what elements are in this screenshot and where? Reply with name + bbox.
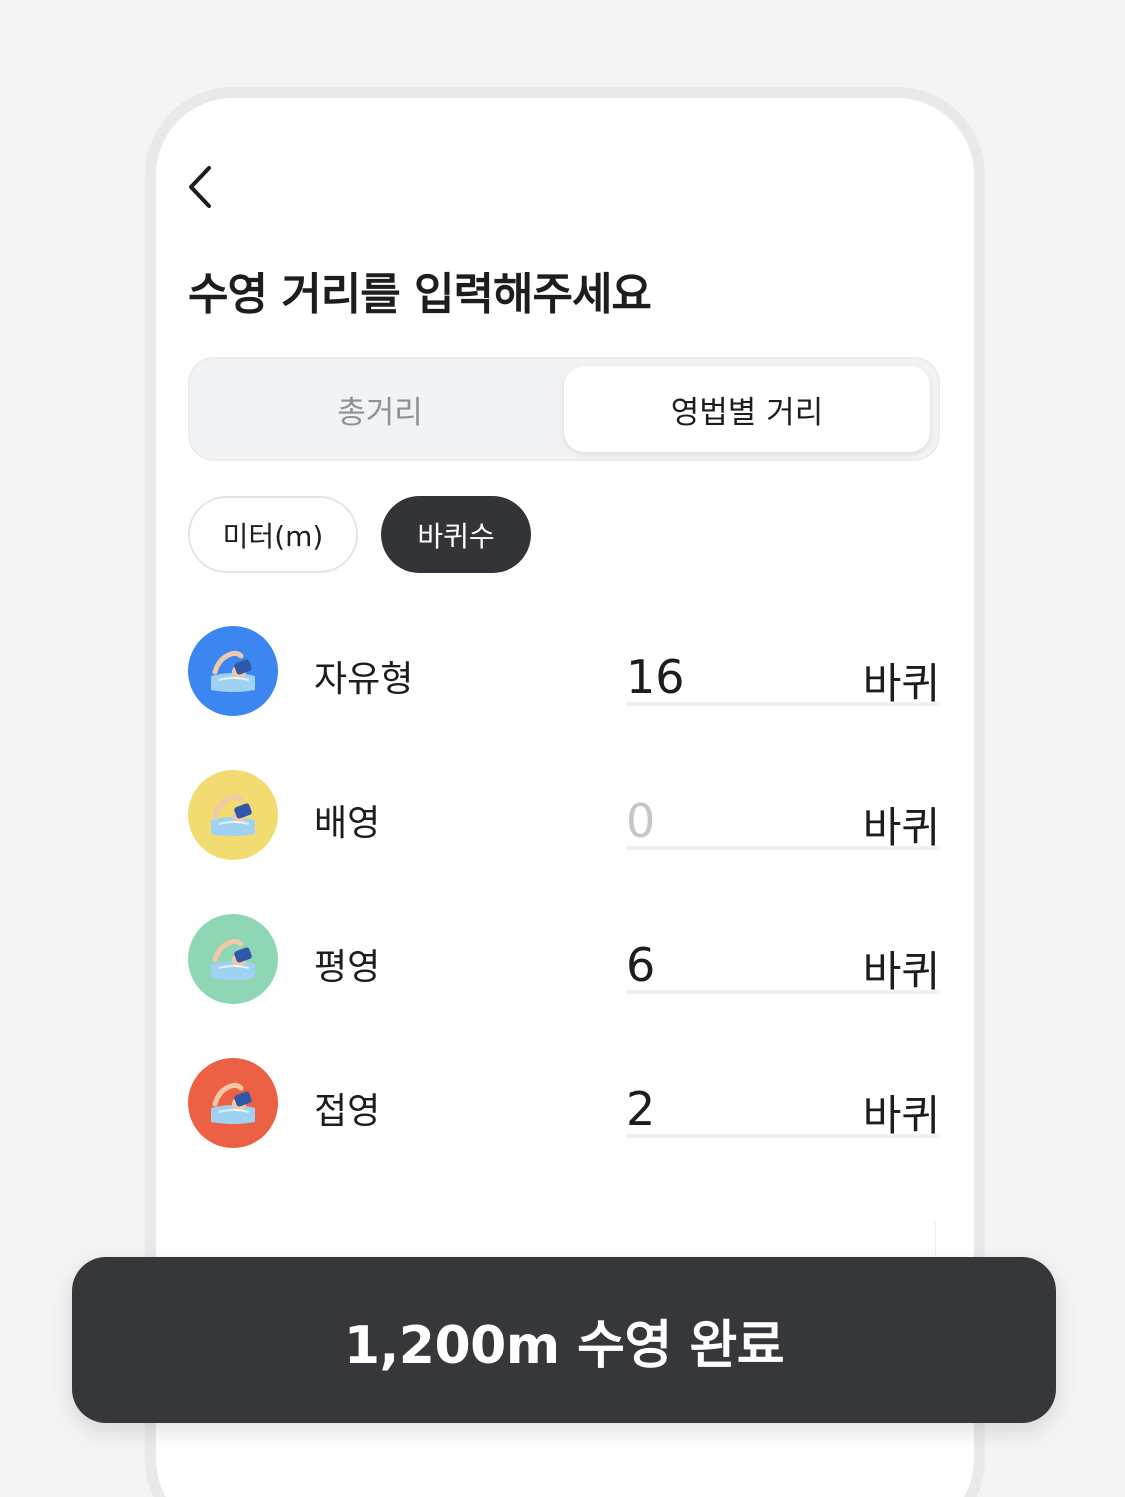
chevron-left-icon — [189, 166, 211, 208]
stroke-value: 16 — [626, 650, 685, 704]
freestyle-avatar — [188, 626, 278, 716]
swimmer-icon — [211, 650, 255, 692]
stroke-name: 평영 — [314, 947, 381, 988]
tab-distance-by-stroke[interactable]: 영법별 거리 — [564, 366, 930, 452]
tab-total-distance[interactable]: 총거리 — [198, 366, 562, 452]
stroke-row-breaststroke: 평영 6 바퀴 — [188, 896, 940, 1016]
stroke-unit: 바퀴 — [862, 1091, 940, 1140]
stroke-value: 0 — [626, 794, 656, 848]
distance-mode-toggle: 총거리 영법별 거리 — [188, 357, 940, 461]
stroke-value: 2 — [626, 1082, 656, 1136]
swimmer-icon — [211, 794, 255, 836]
unit-chip-meter[interactable]: 미터(m) — [188, 496, 358, 573]
stroke-unit: 바퀴 — [862, 803, 940, 852]
stroke-row-freestyle: 자유형 16 바퀴 — [188, 608, 940, 728]
unit-chip-laps[interactable]: 바퀴수 — [381, 496, 531, 573]
page-title: 수영 거리를 입력해주세요 — [188, 269, 652, 320]
stroke-row-backstroke: 배영 0 바퀴 — [188, 752, 940, 872]
stroke-unit: 바퀴 — [862, 947, 940, 996]
stroke-unit: 바퀴 — [862, 659, 940, 708]
stroke-name: 배영 — [314, 803, 381, 844]
backstroke-avatar — [188, 770, 278, 860]
stroke-row-butterfly: 접영 2 바퀴 — [188, 1040, 940, 1160]
breaststroke-laps-input[interactable]: 6 바퀴 — [626, 896, 940, 996]
stroke-name: 접영 — [314, 1091, 381, 1132]
back-button[interactable] — [178, 162, 222, 212]
freestyle-laps-input[interactable]: 16 바퀴 — [626, 608, 940, 708]
stroke-value: 6 — [626, 938, 656, 992]
stroke-name: 자유형 — [314, 659, 414, 700]
scroll-divider — [935, 1222, 936, 1260]
breaststroke-avatar — [188, 914, 278, 1004]
complete-swim-button[interactable]: 1,200m 수영 완료 — [72, 1257, 1056, 1423]
butterfly-laps-input[interactable]: 2 바퀴 — [626, 1040, 940, 1140]
butterfly-avatar — [188, 1058, 278, 1148]
swimmer-icon — [211, 938, 255, 980]
backstroke-laps-input[interactable]: 0 바퀴 — [626, 752, 940, 852]
swimmer-icon — [211, 1082, 255, 1124]
